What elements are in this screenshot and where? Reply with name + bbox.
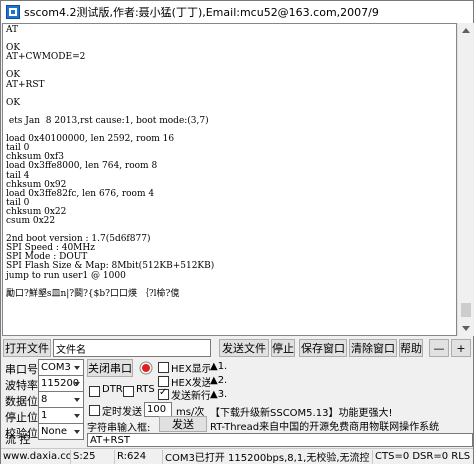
clear-window-button[interactable]: 清除窗口 (349, 339, 397, 357)
help-button[interactable]: 帮助 (399, 339, 423, 357)
receive-text: AT OK AT+CWMODE=2 OK AT+RST OK ets Jan 8… (6, 25, 215, 299)
expand-button[interactable]: + (451, 339, 471, 357)
databits-select[interactable]: 8 (38, 391, 84, 408)
stopbits-label: 停止位 (5, 411, 38, 424)
timed-send-checkbox[interactable] (89, 405, 100, 416)
ticker-line-2: ▲2. (210, 375, 228, 386)
status-site[interactable]: www.daxia.co (1, 449, 71, 464)
ticker-line-1: ▲1. (210, 361, 228, 372)
window-title: sscom4.2测试版,作者:聂小猛(丁丁),Email:mcu52@163.c… (24, 6, 379, 19)
close-port-button[interactable]: 关闭串口 (87, 359, 133, 377)
send-newline-checkbox[interactable] (158, 387, 169, 400)
receive-scrollbar[interactable] (457, 23, 474, 336)
status-sent: S:25 (71, 449, 115, 464)
hex-display-label: HEX显示 (171, 364, 212, 375)
status-bar: www.daxia.co S:25 R:624 COM3已打开 115200bp… (1, 448, 473, 464)
port-status-led-icon (139, 361, 153, 375)
app-icon (6, 5, 20, 19)
rts-label: RTS (136, 384, 155, 395)
dtr-checkbox[interactable] (89, 386, 100, 397)
dtr-label: DTR (102, 384, 123, 395)
sscom-window: sscom4.2测试版,作者:聂小猛(丁丁),Email:mcu52@163.c… (0, 0, 474, 464)
string-input[interactable]: AT+RST (87, 433, 473, 447)
send-file-button[interactable]: 发送文件 (219, 339, 269, 357)
scroll-down-icon[interactable] (462, 326, 470, 331)
ticker-line-4[interactable]: 【下载升级新SSCOM5.13】功能更强大! (210, 404, 392, 419)
send-newline-label: 发送新行 (171, 391, 211, 402)
port-label: 串口号 (5, 363, 38, 376)
status-port-info: COM3已打开 115200bps,8,1,无校验,无流控 (163, 449, 373, 464)
baud-select[interactable]: 115200 (38, 375, 84, 392)
interval-input[interactable]: 100 (144, 402, 172, 417)
parity-select[interactable]: None (38, 423, 84, 440)
collapse-button[interactable]: — (429, 339, 449, 357)
save-window-button[interactable]: 保存窗口 (299, 339, 347, 357)
open-file-button[interactable]: 打开文件 (3, 339, 51, 357)
chevron-down-icon[interactable] (70, 408, 83, 423)
info-panel: ▲1. ▲2. ▲3. 【下载升级新SSCOM5.13】功能更强大! RT-Th… (210, 361, 472, 433)
ticker-line-3: ▲3. (210, 389, 228, 400)
ticker-line-5[interactable]: RT-Thread来自中国的开源免费商用物联网操作系统 (210, 418, 439, 433)
status-signals: CTS=0 DSR=0 RLS (375, 451, 471, 462)
receive-area[interactable]: AT OK AT+CWMODE=2 OK AT+RST OK ets Jan 8… (2, 23, 457, 336)
stop-button[interactable]: 停止 (271, 339, 295, 357)
baud-label: 波特率 (5, 379, 38, 392)
send-button[interactable]: 发送 (159, 416, 207, 432)
databits-label: 数据位 (5, 395, 38, 408)
scroll-thumb[interactable] (461, 303, 471, 317)
file-name-field[interactable]: 文件名 (53, 339, 211, 357)
scroll-up-icon[interactable] (462, 28, 470, 33)
status-received: R:624 (115, 449, 163, 464)
stopbits-select[interactable]: 1 (38, 407, 84, 424)
hex-send-checkbox[interactable] (158, 376, 169, 387)
chevron-down-icon[interactable] (70, 424, 83, 439)
input-label: 字符串输入框: (87, 423, 151, 434)
timed-send-label: 定时发送 (102, 407, 142, 418)
hex-display-checkbox[interactable] (158, 362, 169, 373)
chevron-down-icon[interactable] (70, 360, 83, 375)
flow-label: 流 控 (5, 433, 31, 446)
chevron-down-icon[interactable] (70, 376, 83, 391)
rts-checkbox[interactable] (123, 386, 134, 397)
port-select[interactable]: COM3 (38, 359, 84, 376)
chevron-down-icon[interactable] (70, 392, 83, 407)
title-bar: sscom4.2测试版,作者:聂小猛(丁丁),Email:mcu52@163.c… (1, 1, 473, 23)
